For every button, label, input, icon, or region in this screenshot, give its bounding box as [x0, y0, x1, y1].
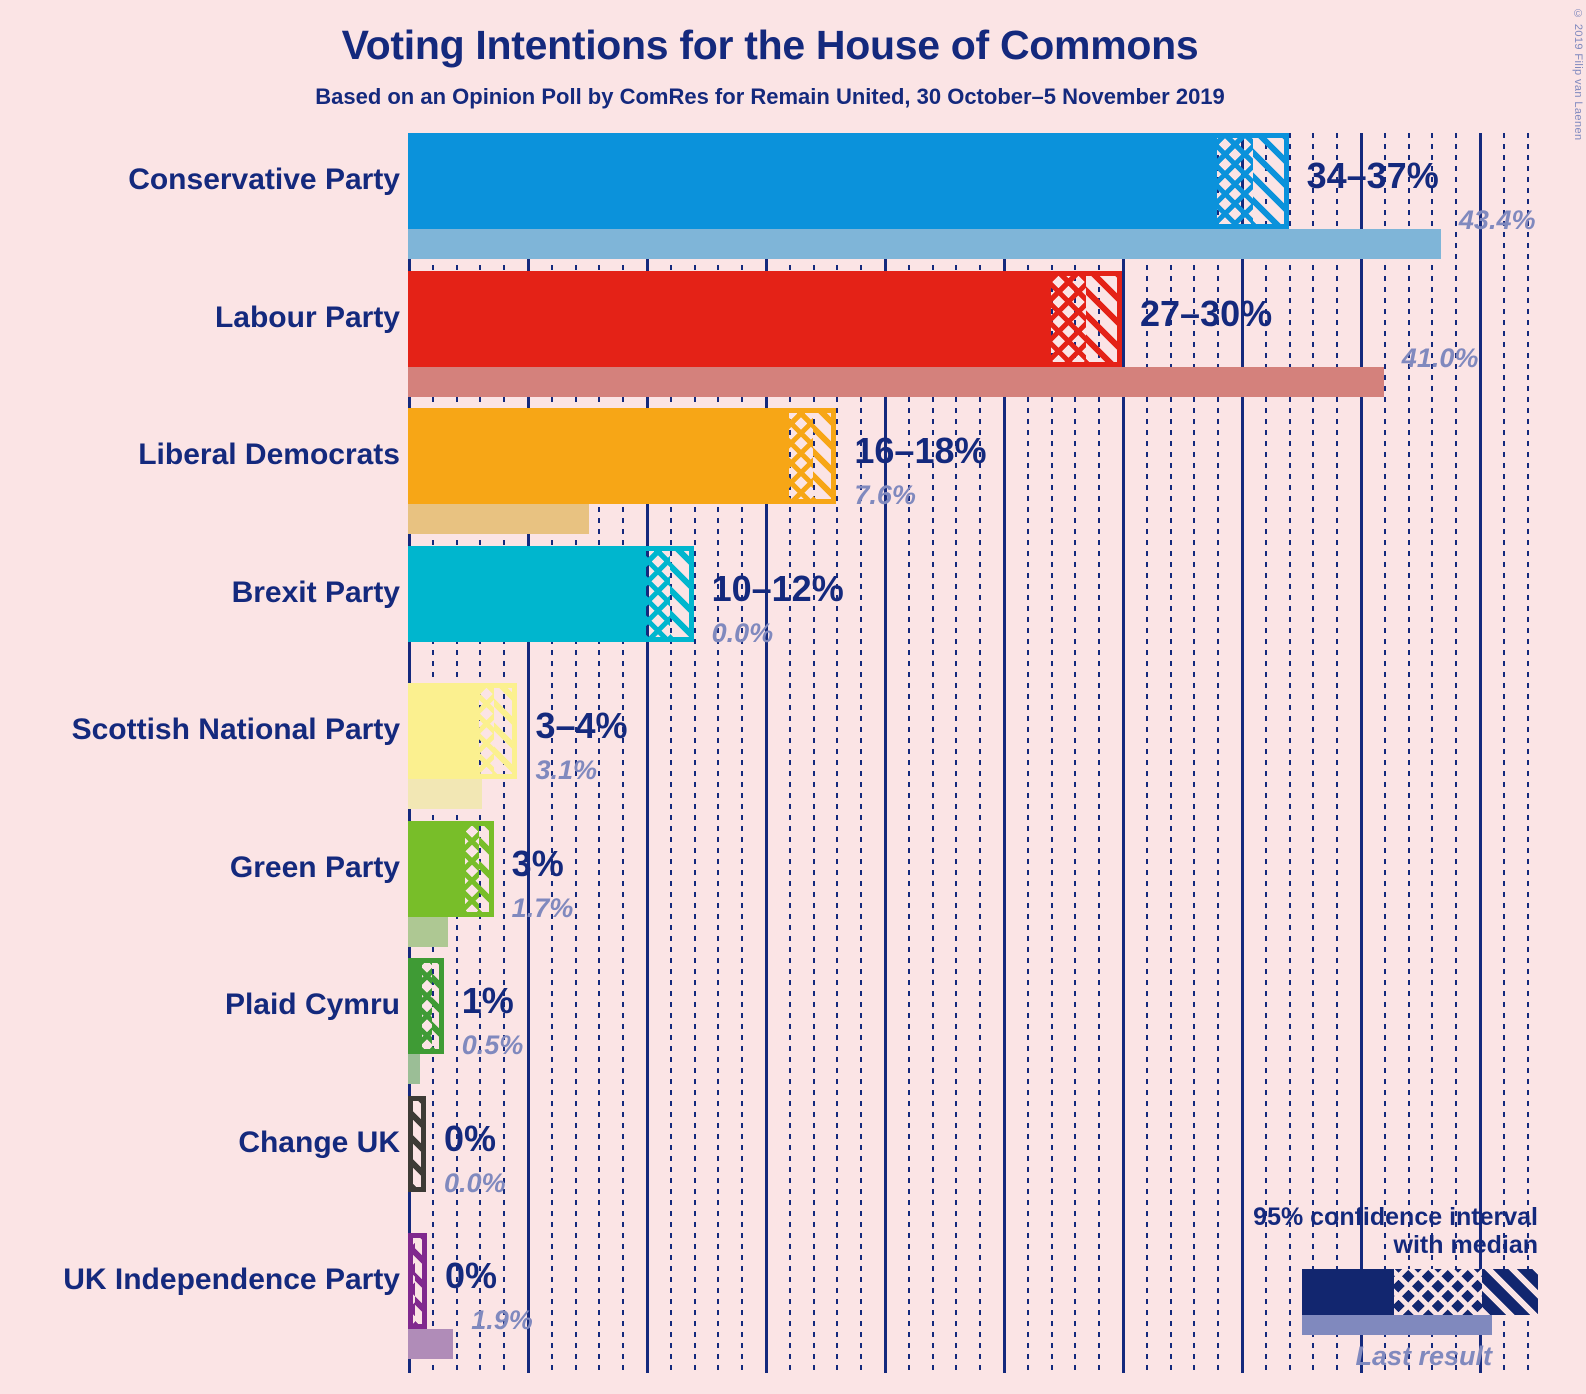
value-range-label: 1%	[461, 980, 514, 1021]
last-result-label: 3.1%	[535, 755, 598, 785]
last-result-bar	[408, 779, 482, 809]
bar-outline	[408, 545, 694, 642]
bar-outline	[408, 1233, 428, 1329]
value-range-label: 3%	[511, 842, 564, 884]
last-result-bar	[408, 366, 1384, 397]
party-label: Plaid Cymru	[224, 988, 400, 1021]
last-result-bar	[408, 504, 589, 534]
last-result-label: 1.7%	[511, 892, 574, 923]
last-result-label: 41.0%	[1401, 342, 1479, 373]
party-label: Scottish National Party	[71, 713, 400, 746]
chart-subtitle: Based on an Opinion Poll by ComRes for R…	[315, 84, 1225, 109]
confidence-interval-bar	[408, 958, 444, 1054]
confidence-interval-bar	[408, 820, 494, 917]
party-label: Labour Party	[214, 300, 400, 334]
party-label: Brexit Party	[231, 575, 400, 609]
party-label: Liberal Democrats	[138, 438, 400, 471]
value-range-label: 0%	[444, 1117, 497, 1159]
last-result-bar	[408, 229, 1441, 259]
value-range-label: 10–12%	[711, 567, 844, 609]
gridline-minor	[1526, 133, 1529, 1373]
legend-title: 95% confidence interval with median	[1178, 1203, 1538, 1259]
bar-outline	[408, 408, 837, 504]
party-label: UK Independence Party	[63, 1263, 400, 1296]
gridline-minor	[1431, 133, 1434, 1373]
chart-legend: 95% confidence interval with median Last…	[1178, 1203, 1538, 1372]
last-result-label: 0.0%	[711, 617, 774, 648]
last-result-label: 43.4%	[1458, 205, 1536, 235]
legend-last-result-label: Last result	[1355, 1341, 1492, 1371]
last-result-bar	[408, 1329, 454, 1359]
value-range-label: 27–30%	[1140, 292, 1273, 334]
gridline-minor	[1383, 133, 1386, 1373]
legend-last-result-bar	[1302, 1315, 1492, 1335]
gridline-major	[1479, 133, 1482, 1373]
gridline-minor	[1288, 133, 1291, 1373]
copyright-notice: © 2019 Filip van Laenen	[1572, 8, 1584, 141]
confidence-interval-bar	[408, 1095, 426, 1192]
legend-title-line1: 95% confidence interval	[1253, 1203, 1538, 1231]
page-title: Voting Intentions for the House of Commo…	[341, 22, 1199, 68]
confidence-interval-bar	[408, 683, 518, 779]
confidence-interval-bar	[408, 133, 1289, 229]
gridline-major	[1360, 133, 1363, 1373]
value-range-label: 3–4%	[535, 705, 628, 746]
confidence-interval-bar	[408, 270, 1122, 367]
confidence-interval-bar	[408, 1233, 428, 1329]
plot-area: Conservative Party 34–37% 43.4% Labour Part…	[63, 133, 1538, 1373]
gridline-minor	[1336, 133, 1339, 1373]
last-result-label: 1.9%	[471, 1305, 533, 1335]
bar-outline	[408, 133, 1289, 229]
confidence-interval-bar	[408, 408, 837, 504]
party-label: Change UK	[238, 1125, 400, 1159]
bar-outline	[408, 1095, 426, 1192]
last-result-label: 0.5%	[461, 1030, 524, 1060]
gridline-major	[1122, 133, 1125, 1373]
party-label: Conservative Party	[128, 163, 400, 196]
bar-outline	[408, 270, 1122, 367]
gridline-minor	[1455, 133, 1458, 1373]
value-range-label: 0%	[445, 1255, 498, 1296]
confidence-interval-bar	[408, 545, 694, 642]
legend-diagonal-band	[1482, 1269, 1538, 1315]
legend-crosshatch-band	[1394, 1269, 1482, 1315]
gridline-minor	[1407, 133, 1410, 1373]
party-label: Green Party	[229, 850, 400, 884]
bar-outline	[408, 820, 494, 917]
bar-outline	[408, 683, 518, 779]
legend-ci-bar	[1302, 1269, 1538, 1315]
legend-title-line2: with median	[1393, 1231, 1538, 1259]
last-result-bar	[408, 1054, 420, 1084]
value-range-label: 34–37%	[1306, 155, 1439, 196]
last-result-bar	[408, 916, 449, 947]
last-result-label: 7.6%	[854, 480, 916, 510]
last-result-label: 0.0%	[444, 1167, 506, 1198]
chart-root: Voting Intentions for the House of Commo…	[0, 0, 1586, 1394]
value-range-label: 16–18%	[854, 430, 987, 471]
gridline-minor	[1312, 133, 1315, 1373]
gridline-minor	[1502, 133, 1505, 1373]
bar-outline	[408, 958, 444, 1054]
